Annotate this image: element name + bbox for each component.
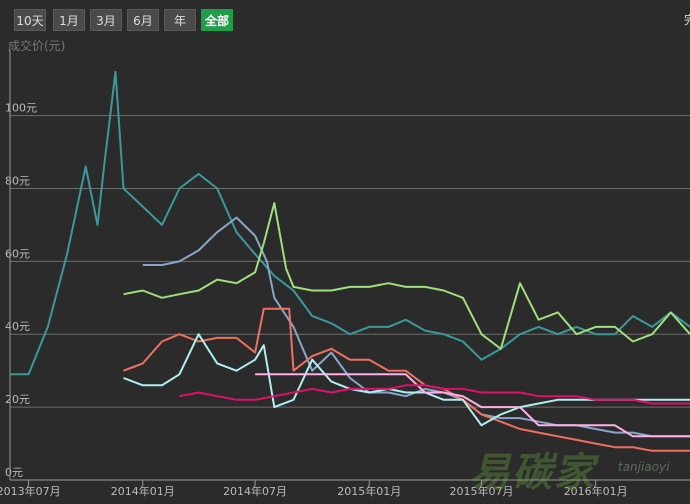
series-line-3 — [123, 202, 690, 350]
y-tick-label: 0元 — [5, 466, 23, 479]
y-axis: 0元20元40元60元80元100元 — [5, 50, 37, 480]
x-tick-label: 2016年01月 — [564, 484, 628, 498]
series-line-7 — [179, 384, 690, 405]
x-tick-label: 2013年07月 — [0, 484, 61, 498]
y-tick-label: 80元 — [5, 174, 30, 187]
x-tick-label: 2014年01月 — [111, 484, 175, 498]
y-tick-label: 20元 — [5, 393, 30, 406]
series-line-5 — [123, 333, 690, 427]
x-tick-label: 2015年01月 — [337, 484, 401, 498]
y-tick-label: 60元 — [5, 247, 30, 260]
price-chart: 0元20元40元60元80元100元 2013年07月 2014年01月 2014年… — [0, 50, 690, 498]
y-tick-label: 40元 — [5, 320, 30, 333]
x-tick-label: 2014年07月 — [223, 484, 287, 498]
x-tick-label: 2015年07月 — [450, 484, 514, 498]
series-line-4 — [123, 307, 690, 452]
series-line-6 — [255, 373, 690, 438]
x-axis: 2013年07月 2014年01月 2014年07月 2015年01月 2015年07月… — [0, 479, 690, 498]
